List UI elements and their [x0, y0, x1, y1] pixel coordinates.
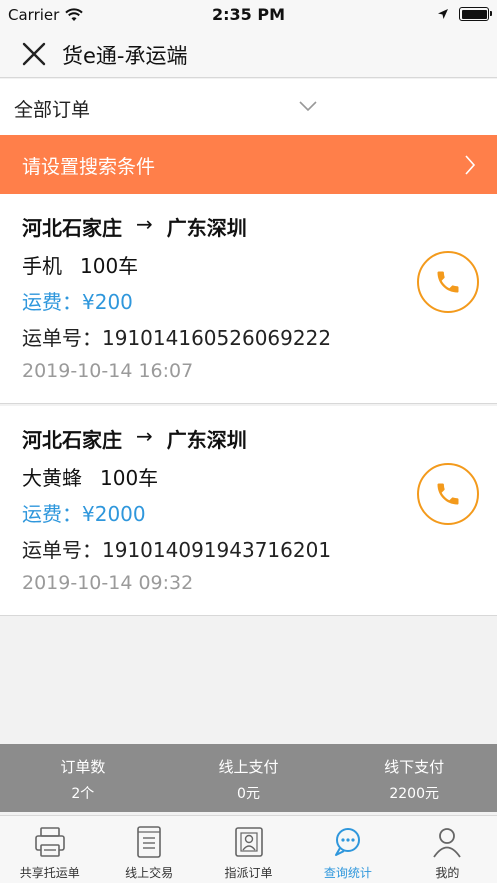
order-route: 河北石家庄 → 广东深圳 — [22, 424, 247, 453]
nav-bar: 货e通-承运端 — [0, 30, 497, 78]
goods-name: 大黄蜂 — [22, 466, 82, 490]
order-route: 河北石家庄 → 广东深圳 — [22, 212, 247, 241]
tab-assigned-orders[interactable]: 指派订单 — [199, 816, 298, 883]
order-card[interactable]: 河北石家庄 → 广东深圳 手机 100车 运费：¥200 运单号：19101416… — [0, 194, 497, 404]
tab-query-stats[interactable]: 查询统计 — [298, 816, 397, 883]
summary-bar: 订单数 2个 线上支付 0元 线下支付 2200元 — [0, 744, 497, 812]
summary-value: 2200元 — [389, 786, 439, 802]
order-waybill: 运单号：191014091943716201 — [22, 538, 332, 562]
user-icon — [433, 828, 462, 858]
summary-value: 2个 — [71, 786, 95, 802]
order-date: 2019-10-14 16:07 — [22, 360, 194, 382]
order-goods: 大黄蜂 100车 — [22, 462, 158, 491]
order-card[interactable]: 河北石家庄 → 广东深圳 大黄蜂 100车 运费：¥2000 运单号：191014… — [0, 406, 497, 616]
route-arrow: → — [136, 424, 153, 448]
order-fee: 运费：¥2000 — [22, 502, 146, 526]
route-from: 河北石家庄 — [22, 216, 122, 240]
tab-bar: 共享托运单 线上交易 指派订单 查询统计 我的 — [0, 815, 497, 883]
tab-label: 线上交易 — [125, 866, 174, 880]
order-filter-dropdown[interactable]: 全部订单 — [0, 79, 497, 135]
tab-label: 共享托运单 — [19, 866, 80, 880]
route-to: 广东深圳 — [166, 428, 247, 452]
search-chat-icon — [334, 828, 360, 856]
order-fee: 运费：¥200 — [22, 290, 133, 314]
tab-online-trade[interactable]: 线上交易 — [99, 816, 198, 883]
tab-shared-waybill[interactable]: 共享托运单 — [0, 816, 99, 883]
goods-qty: 100车 — [80, 254, 139, 278]
route-arrow: → — [136, 212, 153, 236]
tab-mine[interactable]: 我的 — [398, 816, 497, 883]
call-button[interactable] — [417, 463, 479, 525]
summary-order-count: 订单数 2个 — [0, 744, 166, 812]
summary-offline-payment: 线下支付 2200元 — [331, 744, 497, 812]
assign-user-icon — [234, 827, 263, 857]
tab-label: 查询统计 — [323, 866, 372, 880]
location-arrow-icon — [438, 9, 448, 19]
goods-qty: 100车 — [100, 466, 159, 490]
goods-name: 手机 — [22, 254, 62, 278]
chevron-down-icon — [299, 101, 317, 112]
tab-label: 我的 — [435, 866, 460, 880]
summary-label: 线下支付 — [384, 758, 445, 776]
call-button[interactable] — [417, 251, 479, 313]
tab-label: 指派订单 — [224, 866, 273, 880]
phone-icon — [437, 271, 459, 293]
status-bar: Carrier 2:35 PM — [0, 0, 497, 30]
phone-icon — [437, 483, 459, 505]
page-title: 货e通-承运端 — [62, 44, 188, 68]
document-list-icon — [137, 826, 161, 858]
chevron-right-icon — [465, 155, 476, 175]
status-time: 2:35 PM — [211, 5, 285, 24]
summary-value: 0元 — [237, 786, 260, 802]
summary-label: 订单数 — [60, 758, 106, 776]
summary-online-payment: 线上支付 0元 — [166, 744, 332, 812]
status-right — [437, 7, 492, 21]
summary-label: 线上支付 — [218, 758, 279, 776]
search-condition-label: 请设置搜索条件 — [22, 156, 156, 178]
close-icon[interactable] — [20, 40, 48, 68]
order-goods: 手机 100车 — [22, 250, 138, 279]
route-to: 广东深圳 — [166, 216, 247, 240]
printer-icon — [34, 827, 65, 857]
order-date: 2019-10-14 09:32 — [22, 572, 194, 594]
route-from: 河北石家庄 — [22, 428, 122, 452]
battery-icon — [459, 7, 492, 21]
search-condition-button[interactable]: 请设置搜索条件 — [0, 135, 497, 194]
order-waybill: 运单号：191014160526069222 — [22, 326, 332, 350]
filter-label: 全部订单 — [14, 99, 91, 121]
